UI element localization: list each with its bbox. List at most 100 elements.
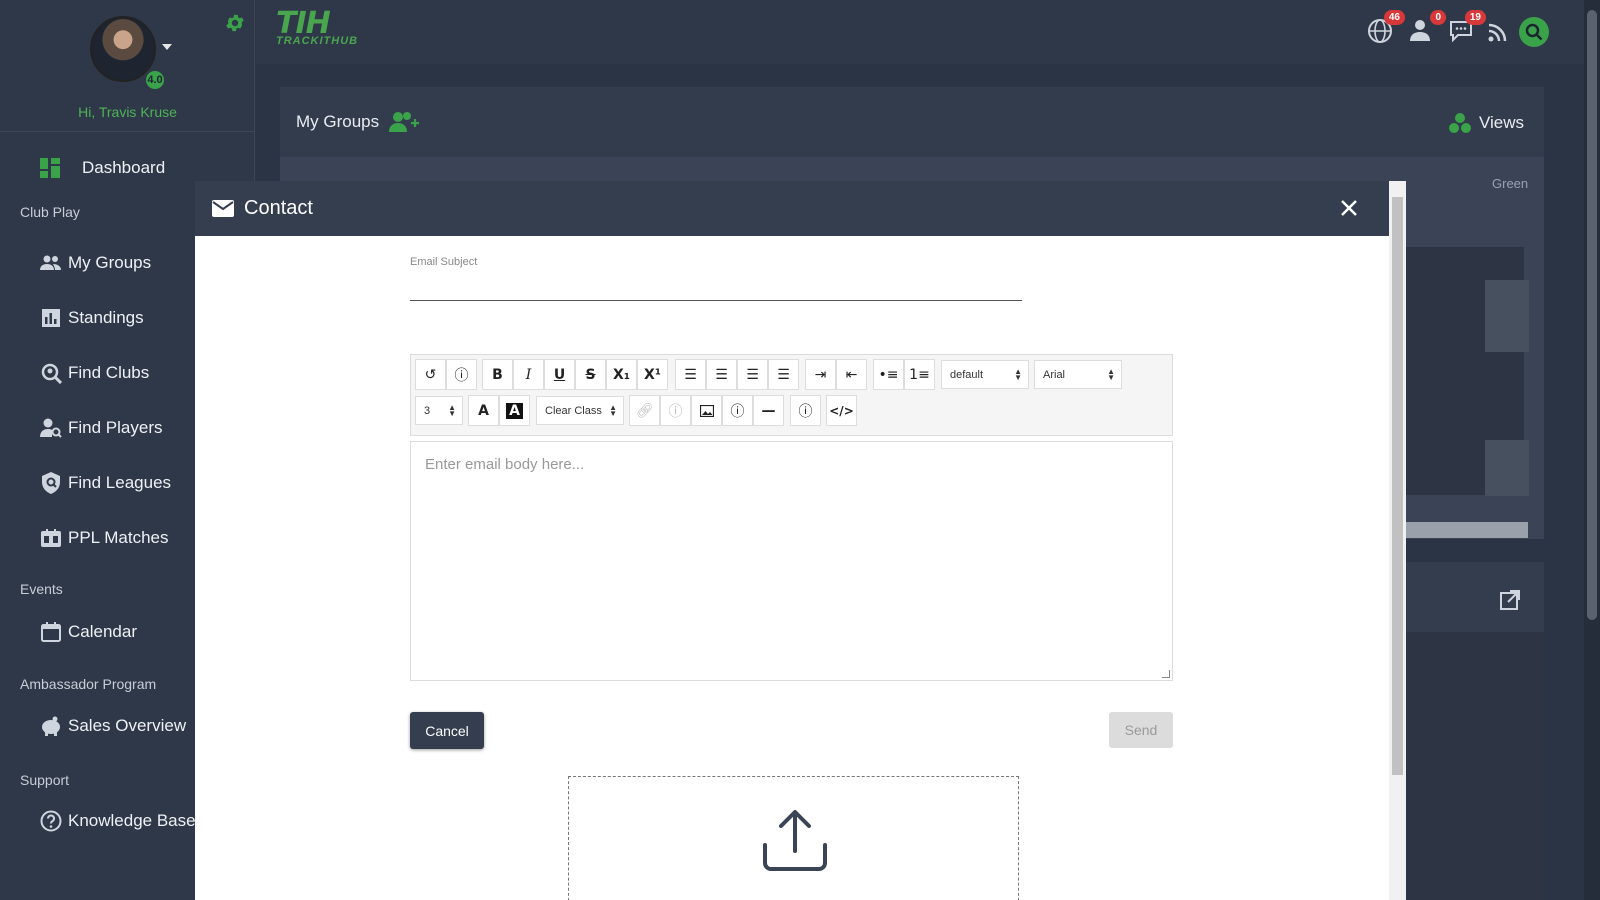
search-button[interactable] (1519, 17, 1549, 47)
sidebar-item-find-clubs[interactable]: Find Clubs (40, 362, 149, 384)
indent-button[interactable]: ⇥ (805, 359, 836, 390)
outdent-button[interactable]: ⇤ (836, 359, 867, 390)
clear-class-select[interactable]: Clear Class ▲ ▼ (536, 396, 624, 425)
people-icon (40, 252, 62, 274)
sidebar-item-label: My Groups (68, 253, 152, 272)
insert-video-button[interactable]: ⓘ (722, 395, 753, 426)
redo-button[interactable]: ⓘ (446, 359, 477, 390)
info-icon: ⓘ (730, 403, 745, 420)
envelope-icon (212, 200, 234, 217)
horizontal-scrollbar[interactable] (1406, 522, 1528, 538)
shield-search-icon (40, 472, 62, 494)
calendar-icon (40, 621, 62, 643)
cancel-button[interactable]: Cancel (410, 712, 484, 749)
horizontal-rule-button[interactable]: — (753, 395, 784, 426)
sidebar-item-find-leagues[interactable]: Find Leagues (40, 472, 171, 494)
align-right-icon: ☰ (746, 366, 759, 383)
sidebar-item-ppl-matches[interactable]: PPL Matches (40, 527, 168, 549)
views-icon (1448, 113, 1471, 133)
rating-badge: 4.0 (144, 69, 166, 91)
sidebar-item-find-players[interactable]: Find Players (40, 417, 162, 439)
background-card (1485, 440, 1529, 496)
sidebar-item-sales-overview[interactable]: Sales Overview (40, 715, 186, 737)
views-button[interactable]: Views (1448, 113, 1524, 133)
resize-handle-icon[interactable] (1162, 670, 1170, 678)
logo[interactable]: TIH TRACKITHUB (276, 6, 358, 47)
align-left-button[interactable]: ☰ (675, 359, 706, 390)
font-size-select[interactable]: 3 ▲ ▼ (415, 396, 463, 425)
link-button[interactable]: 🔗︎ (629, 395, 660, 426)
panel-title: My Groups (296, 112, 380, 131)
highlight-color-button[interactable]: A (499, 395, 530, 426)
select-arrows-icon: ▲ ▼ (448, 403, 456, 418)
subscript-icon: X₁ (613, 366, 630, 383)
code-view-button[interactable]: </> (826, 395, 857, 426)
subscript-button[interactable]: X₁ (606, 359, 637, 390)
help-button[interactable]: ⓘ (790, 395, 821, 426)
dashboard-icon (40, 158, 60, 178)
sidebar-item-label: Find Clubs (68, 363, 150, 382)
align-right-button[interactable]: ☰ (737, 359, 768, 390)
chat-notifications[interactable]: 19 (1448, 10, 1486, 46)
search-location-icon (40, 362, 62, 384)
unlink-button[interactable]: ⓘ (660, 395, 691, 426)
page-scrollbar-thumb[interactable] (1587, 10, 1597, 620)
italic-icon: I (525, 366, 532, 383)
sidebar-item-knowledge-base[interactable]: Knowledge Base (40, 810, 196, 832)
superscript-button[interactable]: X¹ (637, 359, 668, 390)
numbered-list-button[interactable]: 1≡ (904, 359, 935, 390)
sidebar-item-label: Dashboard (82, 158, 166, 177)
user-icon (1410, 20, 1430, 41)
sidebar-item-label: Knowledge Base (68, 811, 196, 830)
select-arrows-icon: ▲ ▼ (1014, 367, 1022, 382)
italic-button[interactable]: I (513, 359, 544, 390)
highlight-color-icon: A (506, 402, 523, 419)
chevron-down-icon[interactable] (162, 44, 172, 50)
strikethrough-icon: S (585, 366, 596, 383)
close-button[interactable] (1336, 195, 1362, 221)
bullet-list-icon: •≡ (878, 366, 899, 383)
underline-button[interactable]: U (544, 359, 575, 390)
search-icon (1525, 23, 1543, 41)
modal-scrollbar-thumb[interactable] (1392, 197, 1403, 775)
insert-image-button[interactable] (691, 395, 722, 426)
topbar: TIH TRACKITHUB 46 0 19 (256, 0, 1584, 64)
external-link-icon[interactable] (1500, 590, 1520, 610)
sidebar-item-standings[interactable]: Standings (40, 307, 144, 329)
send-button[interactable]: Send (1109, 712, 1173, 748)
horizontal-rule-icon: — (761, 402, 776, 419)
undo-button[interactable]: ↺ (415, 359, 446, 390)
sidebar-item-calendar[interactable]: Calendar (40, 621, 137, 643)
paragraph-style-select[interactable]: default ▲ ▼ (941, 360, 1029, 389)
user-notifications[interactable]: 0 (1408, 10, 1446, 46)
green-label: Green (1492, 176, 1529, 191)
lower-panel-header (1400, 562, 1544, 632)
bold-button[interactable]: B (482, 359, 513, 390)
justify-button[interactable]: ☰ (768, 359, 799, 390)
sidebar-item-dashboard[interactable]: Dashboard (40, 158, 165, 178)
outdent-icon: ⇤ (845, 366, 858, 383)
section-club-play: Club Play (20, 204, 80, 220)
add-group-icon[interactable] (389, 111, 420, 133)
contact-modal: Contact Email Subject ↺ ⓘ B I U S X₁ X¹ … (195, 181, 1406, 900)
justify-icon: ☰ (777, 366, 790, 383)
email-body-editor[interactable]: Enter email body here... (410, 441, 1173, 681)
sidebar-item-label: Standings (68, 308, 144, 327)
attachment-dropzone[interactable] (568, 776, 1019, 900)
align-center-icon: ☰ (715, 366, 728, 383)
email-body-placeholder: Enter email body here... (425, 456, 585, 473)
align-center-button[interactable]: ☰ (706, 359, 737, 390)
sidebar-item-label: Sales Overview (68, 716, 187, 735)
email-subject-input[interactable] (410, 271, 1022, 301)
close-icon (1341, 200, 1357, 216)
strikethrough-button[interactable]: S (575, 359, 606, 390)
font-name-select[interactable]: Arial ▲ ▼ (1034, 360, 1122, 389)
text-color-button[interactable]: A (468, 395, 499, 426)
font-name-value: Arial (1043, 368, 1066, 381)
globe-notifications[interactable]: 46 (1367, 10, 1405, 46)
gear-icon[interactable] (224, 12, 246, 34)
sidebar-item-my-groups[interactable]: My Groups (40, 252, 151, 274)
rss-feed-button[interactable] (1488, 22, 1516, 50)
my-groups-title: My Groups (296, 111, 420, 133)
bullet-list-button[interactable]: •≡ (873, 359, 904, 390)
